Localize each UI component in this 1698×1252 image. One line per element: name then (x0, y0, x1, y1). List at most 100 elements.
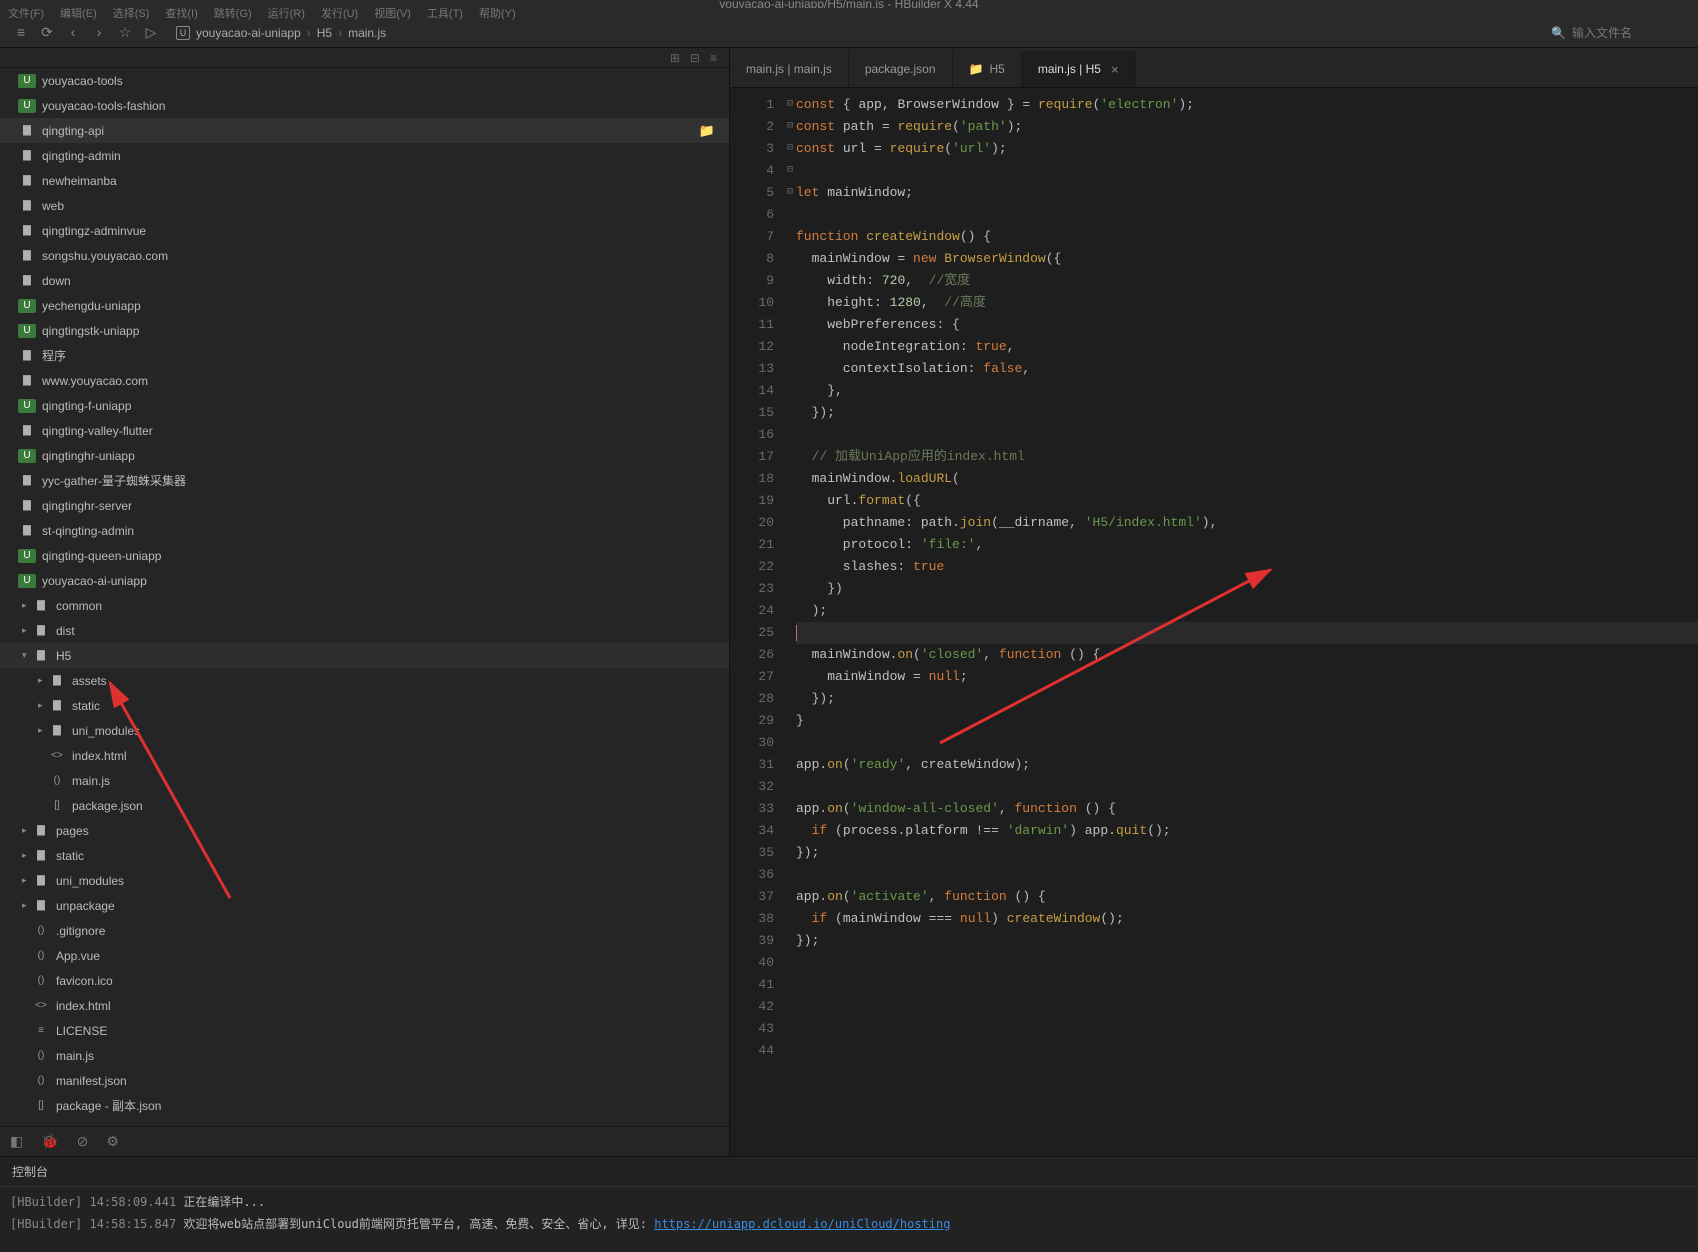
tree-item[interactable]: ▇songshu.youyacao.com (0, 243, 729, 268)
toolbar-icon[interactable]: ‹ (60, 24, 86, 41)
code-line[interactable]: }); (796, 688, 1698, 710)
console-output[interactable]: [HBuilder] 14:58:09.441 正在编译中...[HBuilde… (0, 1187, 1698, 1239)
console-link[interactable]: https://uniapp.dcloud.io/uniCloud/hostin… (654, 1217, 950, 1231)
tree-item[interactable]: ▸▇uni_modules (0, 718, 729, 743)
breadcrumb-seg-0[interactable]: youyacao-ai-uniapp (196, 26, 301, 40)
tree-item[interactable]: Uyouyacao-tools-fashion (0, 93, 729, 118)
tree-item[interactable]: ▸▇unpackage (0, 893, 729, 918)
code-line[interactable]: nodeIntegration: true, (796, 336, 1698, 358)
code-line[interactable]: width: 720, //宽度 (796, 270, 1698, 292)
sidebar-bottom-icon[interactable]: ⊘ (77, 1133, 89, 1150)
tree-item[interactable]: ▇st-qingting-admin (0, 518, 729, 543)
toolbar-icon[interactable]: ▷ (138, 24, 164, 41)
toolbar-icon[interactable]: › (86, 24, 112, 41)
sidebar-bottom-icon[interactable]: ◧ (10, 1133, 23, 1150)
editor-tab[interactable]: main.js | main.js (730, 51, 849, 87)
code-line[interactable] (796, 160, 1698, 182)
tree-item[interactable]: []package - 副本.json (0, 1093, 729, 1118)
menu-item[interactable]: 视图(V) (374, 5, 411, 21)
code-line[interactable] (796, 424, 1698, 446)
code-line[interactable] (796, 204, 1698, 226)
editor-tab[interactable]: 📁H5 (953, 51, 1022, 87)
code-line[interactable]: if (process.platform !== 'darwin') app.q… (796, 820, 1698, 842)
tree-item[interactable]: Uyouyacao-tools (0, 68, 729, 93)
code-line[interactable]: if (mainWindow === null) createWindow(); (796, 908, 1698, 930)
code-line[interactable]: app.on('window-all-closed', function () … (796, 798, 1698, 820)
toolbar-icon[interactable]: ☆ (112, 24, 138, 41)
tree-item[interactable]: Uqingtingstk-uniapp (0, 318, 729, 343)
tree-item[interactable]: ▇qingtingz-adminvue (0, 218, 729, 243)
menu-item[interactable]: 运行(R) (268, 5, 305, 21)
editor-tab[interactable]: main.js | H5× (1022, 51, 1136, 87)
tree-item[interactable]: Uyechengdu-uniapp (0, 293, 729, 318)
tree-item[interactable]: ▇qingting-api📁 (0, 118, 729, 143)
tree-item[interactable]: ▇qingting-admin (0, 143, 729, 168)
tree-item[interactable]: ≡LICENSE (0, 1018, 729, 1043)
toolbar-icon[interactable]: ⟳ (34, 24, 60, 41)
tree-item[interactable]: ().gitignore (0, 918, 729, 943)
code-line[interactable]: mainWindow.on('closed', function () { (796, 644, 1698, 666)
tree-item[interactable]: ▸▇uni_modules (0, 868, 729, 893)
tree-item[interactable]: ()main.js (0, 1043, 729, 1068)
code-line[interactable]: mainWindow.loadURL( (796, 468, 1698, 490)
fold-marker-icon[interactable]: ⊟ (784, 182, 796, 204)
menu-item[interactable]: 发行(U) (321, 5, 358, 21)
code-content[interactable]: const { app, BrowserWindow } = require('… (796, 88, 1698, 1156)
expand-arrow-icon[interactable]: ▸ (22, 875, 32, 886)
tree-item[interactable]: ()App.vue (0, 943, 729, 968)
code-line[interactable] (796, 952, 1698, 974)
tree-item[interactable]: []package.json (0, 793, 729, 818)
code-line[interactable] (796, 864, 1698, 886)
tree-toolbar-icon[interactable]: ⊞ (670, 51, 680, 65)
tree-item[interactable]: ▸▇dist (0, 618, 729, 643)
code-line[interactable]: } (796, 710, 1698, 732)
code-line[interactable]: function createWindow() { (796, 226, 1698, 248)
code-line[interactable]: mainWindow = new BrowserWindow({ (796, 248, 1698, 270)
project-tree[interactable]: Uyouyacao-toolsUyouyacao-tools-fashion▇q… (0, 68, 729, 1118)
code-line[interactable]: mainWindow = null; (796, 666, 1698, 688)
tree-item[interactable]: ▇down (0, 268, 729, 293)
code-line[interactable]: }); (796, 930, 1698, 952)
code-line[interactable]: url.format({ (796, 490, 1698, 512)
code-line[interactable] (796, 1040, 1698, 1062)
code-line[interactable]: ); (796, 600, 1698, 622)
expand-arrow-icon[interactable]: ▸ (22, 625, 32, 636)
tree-toolbar-icon[interactable]: ≡ (710, 51, 717, 65)
code-line[interactable]: contextIsolation: false, (796, 358, 1698, 380)
expand-arrow-icon[interactable]: ▸ (38, 725, 48, 736)
code-line[interactable]: pathname: path.join(__dirname, 'H5/index… (796, 512, 1698, 534)
expand-arrow-icon[interactable]: ▸ (22, 600, 32, 611)
tree-item[interactable]: Uyouyacao-ai-uniapp (0, 568, 729, 593)
tree-item[interactable]: ▸▇pages (0, 818, 729, 843)
fold-marker-icon[interactable]: ⊟ (784, 138, 796, 160)
tree-item[interactable]: ▇www.youyacao.com (0, 368, 729, 393)
fold-marker-icon[interactable]: ⊟ (784, 116, 796, 138)
menu-item[interactable]: 工具(T) (427, 5, 463, 21)
tree-item[interactable]: Uqingtinghr-uniapp (0, 443, 729, 468)
search-icon[interactable]: 🔍 (1551, 26, 1566, 40)
code-line[interactable] (796, 622, 1698, 644)
code-line[interactable]: }) (796, 578, 1698, 600)
expand-arrow-icon[interactable]: ▸ (38, 700, 48, 711)
menu-item[interactable]: 帮助(Y) (479, 5, 516, 21)
tree-item[interactable]: ()manifest.json (0, 1068, 729, 1093)
close-icon[interactable]: × (1111, 62, 1119, 77)
tree-item[interactable]: Uqingting-f-uniapp (0, 393, 729, 418)
tree-item[interactable]: ▇程序 (0, 343, 729, 368)
tree-item[interactable]: ()favicon.ico (0, 968, 729, 993)
expand-arrow-icon[interactable]: ▾ (22, 650, 32, 661)
console-header[interactable]: 控制台 (0, 1157, 1698, 1187)
code-line[interactable]: height: 1280, //高度 (796, 292, 1698, 314)
tree-item[interactable]: ▇web (0, 193, 729, 218)
code-line[interactable]: }); (796, 402, 1698, 424)
expand-arrow-icon[interactable]: ▸ (22, 825, 32, 836)
code-line[interactable]: webPreferences: { (796, 314, 1698, 336)
code-line[interactable]: const url = require('url'); (796, 138, 1698, 160)
code-editor[interactable]: 1234567891011121314151617181920212223242… (730, 88, 1698, 1156)
tree-item[interactable]: ▸▇static (0, 843, 729, 868)
editor-tab[interactable]: package.json (849, 51, 953, 87)
sidebar-bottom-icon[interactable]: 🐞 (41, 1133, 58, 1150)
code-line[interactable]: app.on('ready', createWindow); (796, 754, 1698, 776)
tree-item[interactable]: ▸▇assets (0, 668, 729, 693)
menu-item[interactable]: 查找(I) (165, 5, 197, 21)
